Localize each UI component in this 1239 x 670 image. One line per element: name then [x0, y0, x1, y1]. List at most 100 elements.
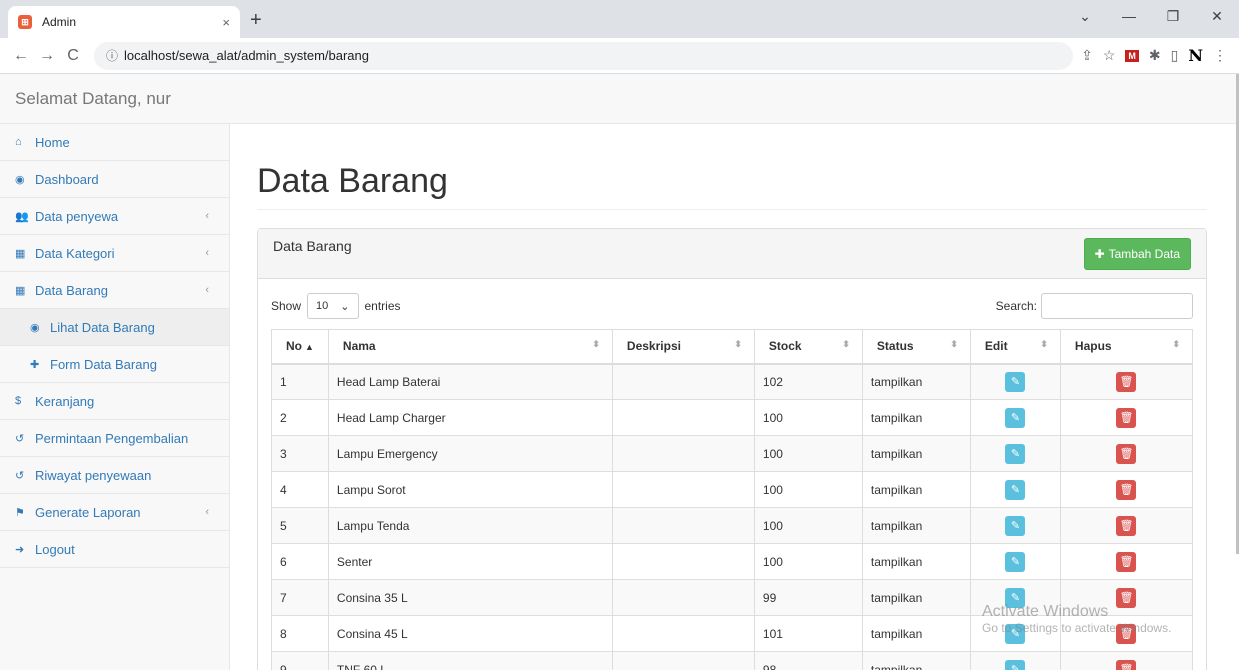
site-info-icon[interactable]: ⓘ	[106, 47, 118, 64]
browser-tab-bar: ⊞ Admin × + ⌄ — ❐ ✕	[0, 0, 1239, 38]
cell-nama: TNF 60 L	[327, 651, 613, 670]
cell-deskripsi	[611, 579, 755, 616]
edit-button[interactable]: ✎	[1005, 479, 1026, 500]
trash-icon: 🗑	[1119, 520, 1134, 532]
sidebar-item-data-kategori[interactable]: ▦ Data Kategori ‹	[0, 235, 229, 272]
column-header-hapus[interactable]: Hapus ⬍	[1059, 329, 1194, 365]
column-header-nama[interactable]: Nama ⬍	[327, 329, 613, 365]
tab-close-icon[interactable]: ×	[222, 15, 230, 30]
cell-no: 3	[271, 435, 329, 472]
delete-button[interactable]: 🗑	[1116, 479, 1137, 500]
column-header-deskripsi[interactable]: Deskripsi ⬍	[611, 329, 755, 365]
cell-nama: Lampu Tenda	[327, 507, 613, 544]
share-icon[interactable]: ⇪	[1081, 47, 1093, 64]
sidebar-item-lihat-data-barang[interactable]: ◉ Lihat Data Barang	[0, 309, 229, 346]
restore-button[interactable]: ❐	[1151, 8, 1195, 25]
new-tab-button[interactable]: +	[250, 9, 262, 32]
cell-stock: 98	[753, 651, 863, 670]
sidebar-item-generate-laporan[interactable]: ⚑ Generate Laporan ‹	[0, 494, 229, 531]
entries-label: entries	[364, 299, 401, 313]
reload-icon[interactable]: C	[60, 47, 86, 65]
edit-button[interactable]: ✎	[1005, 407, 1026, 428]
delete-button[interactable]: 🗑	[1116, 551, 1137, 572]
users-icon: 👥	[15, 210, 29, 223]
edit-icon: ✎	[1010, 556, 1021, 568]
edit-button[interactable]: ✎	[1005, 551, 1026, 572]
back-icon[interactable]: ←	[8, 47, 34, 65]
delete-button[interactable]: 🗑	[1116, 371, 1137, 392]
delete-button[interactable]: 🗑	[1116, 443, 1137, 464]
delete-button[interactable]: 🗑	[1116, 407, 1137, 428]
trash-icon: 🗑	[1119, 484, 1134, 496]
entries-select[interactable]: 10 ⌄	[307, 293, 359, 319]
chevron-left-icon: ‹	[205, 210, 209, 222]
sidebar-item-data-barang[interactable]: ▦ Data Barang ‹	[0, 272, 229, 309]
sidebar-item-label: Logout	[35, 541, 75, 557]
chevron-down-icon: ⌄	[340, 300, 350, 313]
cell-deskripsi	[611, 615, 755, 652]
cell-deskripsi	[611, 507, 755, 544]
column-header-status[interactable]: Status ⬍	[861, 329, 971, 365]
minimize-button[interactable]: —	[1107, 8, 1151, 24]
sidebar-item-riwayat-penyewaan[interactable]: ↺ Riwayat penyewaan	[0, 457, 229, 494]
history-icon: ↺	[15, 469, 25, 482]
cell-hapus: 🗑	[1059, 363, 1194, 400]
extension-n-icon[interactable]: N	[1188, 46, 1203, 65]
edit-icon: ✎	[1010, 484, 1021, 496]
tab-search-icon[interactable]: ⌄	[1063, 8, 1107, 25]
cell-status: tampilkan	[861, 435, 971, 472]
cell-stock: 100	[753, 435, 863, 472]
trash-icon: 🗑	[1119, 664, 1134, 670]
table-row: 5 Lampu Tenda 100 tampilkan ✎ 🗑	[271, 507, 1194, 544]
trash-icon: 🗑	[1119, 412, 1134, 424]
sidebar-item-label: Form Data Barang	[50, 356, 157, 372]
cell-hapus: 🗑	[1059, 435, 1194, 472]
cell-no: 1	[271, 363, 329, 400]
sidebar-item-form-data-barang[interactable]: ✚ Form Data Barang	[0, 346, 229, 383]
cell-hapus: 🗑	[1059, 507, 1194, 544]
navbar-brand[interactable]: Selamat Datang, nur	[15, 89, 171, 109]
close-window-button[interactable]: ✕	[1195, 8, 1239, 25]
extensions-area: ⇪ ☆ M ✱ ▯ N ⋮	[1081, 46, 1231, 65]
search-input[interactable]	[1041, 293, 1193, 319]
column-header-edit[interactable]: Edit ⬍	[969, 329, 1061, 365]
edit-button[interactable]: ✎	[1005, 659, 1026, 670]
flag-icon: ⚑	[15, 506, 25, 519]
sidebar-item-label: Data Barang	[35, 282, 108, 298]
sidebar-item-logout[interactable]: ➜ Logout	[0, 531, 229, 568]
bookmark-star-icon[interactable]: ☆	[1103, 47, 1116, 64]
column-header-stock[interactable]: Stock ⬍	[753, 329, 863, 365]
puzzle-extension-icon[interactable]: ✱	[1149, 47, 1161, 64]
sidebar-item-data-penyewa[interactable]: 👥 Data penyewa ‹	[0, 198, 229, 235]
entries-length-control: Show 10 ⌄ entries	[271, 293, 401, 319]
tambah-data-label: Tambah Data	[1108, 246, 1180, 261]
sidebar-item-dashboard[interactable]: ◉ Dashboard	[0, 161, 229, 198]
chevron-left-icon: ‹	[205, 247, 209, 259]
column-header-no[interactable]: No ▲	[271, 329, 329, 365]
sidebar-item-label: Keranjang	[35, 393, 95, 409]
cell-deskripsi	[611, 399, 755, 436]
cell-deskripsi	[611, 363, 755, 400]
cell-hapus: 🗑	[1059, 399, 1194, 436]
tambah-data-button[interactable]: ✚ Tambah Data	[1083, 237, 1191, 270]
edit-button[interactable]: ✎	[1005, 443, 1026, 464]
sidebar-item-keranjang[interactable]: $ Keranjang	[0, 383, 229, 420]
edit-button[interactable]: ✎	[1005, 515, 1026, 536]
sidebar-item-permintaan-pengembalian[interactable]: ↺ Permintaan Pengembalian	[0, 420, 229, 457]
delete-button[interactable]: 🗑	[1116, 515, 1137, 536]
home-icon: ⌂	[15, 136, 22, 148]
cell-status: tampilkan	[861, 471, 971, 508]
sidepanel-icon[interactable]: ▯	[1171, 47, 1179, 64]
delete-button[interactable]: 🗑	[1116, 659, 1137, 670]
sidebar-item-label: Generate Laporan	[35, 504, 141, 520]
sidebar-item-home[interactable]: ⌂ Home	[0, 124, 229, 161]
extension-red-icon[interactable]: M	[1125, 49, 1139, 62]
menu-kebab-icon[interactable]: ⋮	[1213, 47, 1227, 64]
cell-no: 6	[271, 543, 329, 580]
window-controls: ⌄ — ❐ ✕	[1063, 0, 1239, 32]
url-field[interactable]: ⓘ localhost/sewa_alat/admin_system/baran…	[94, 41, 1074, 70]
forward-icon[interactable]: →	[34, 47, 60, 65]
edit-button[interactable]: ✎	[1005, 371, 1026, 392]
cell-nama: Lampu Emergency	[327, 435, 613, 472]
browser-tab[interactable]: ⊞ Admin ×	[8, 6, 240, 38]
